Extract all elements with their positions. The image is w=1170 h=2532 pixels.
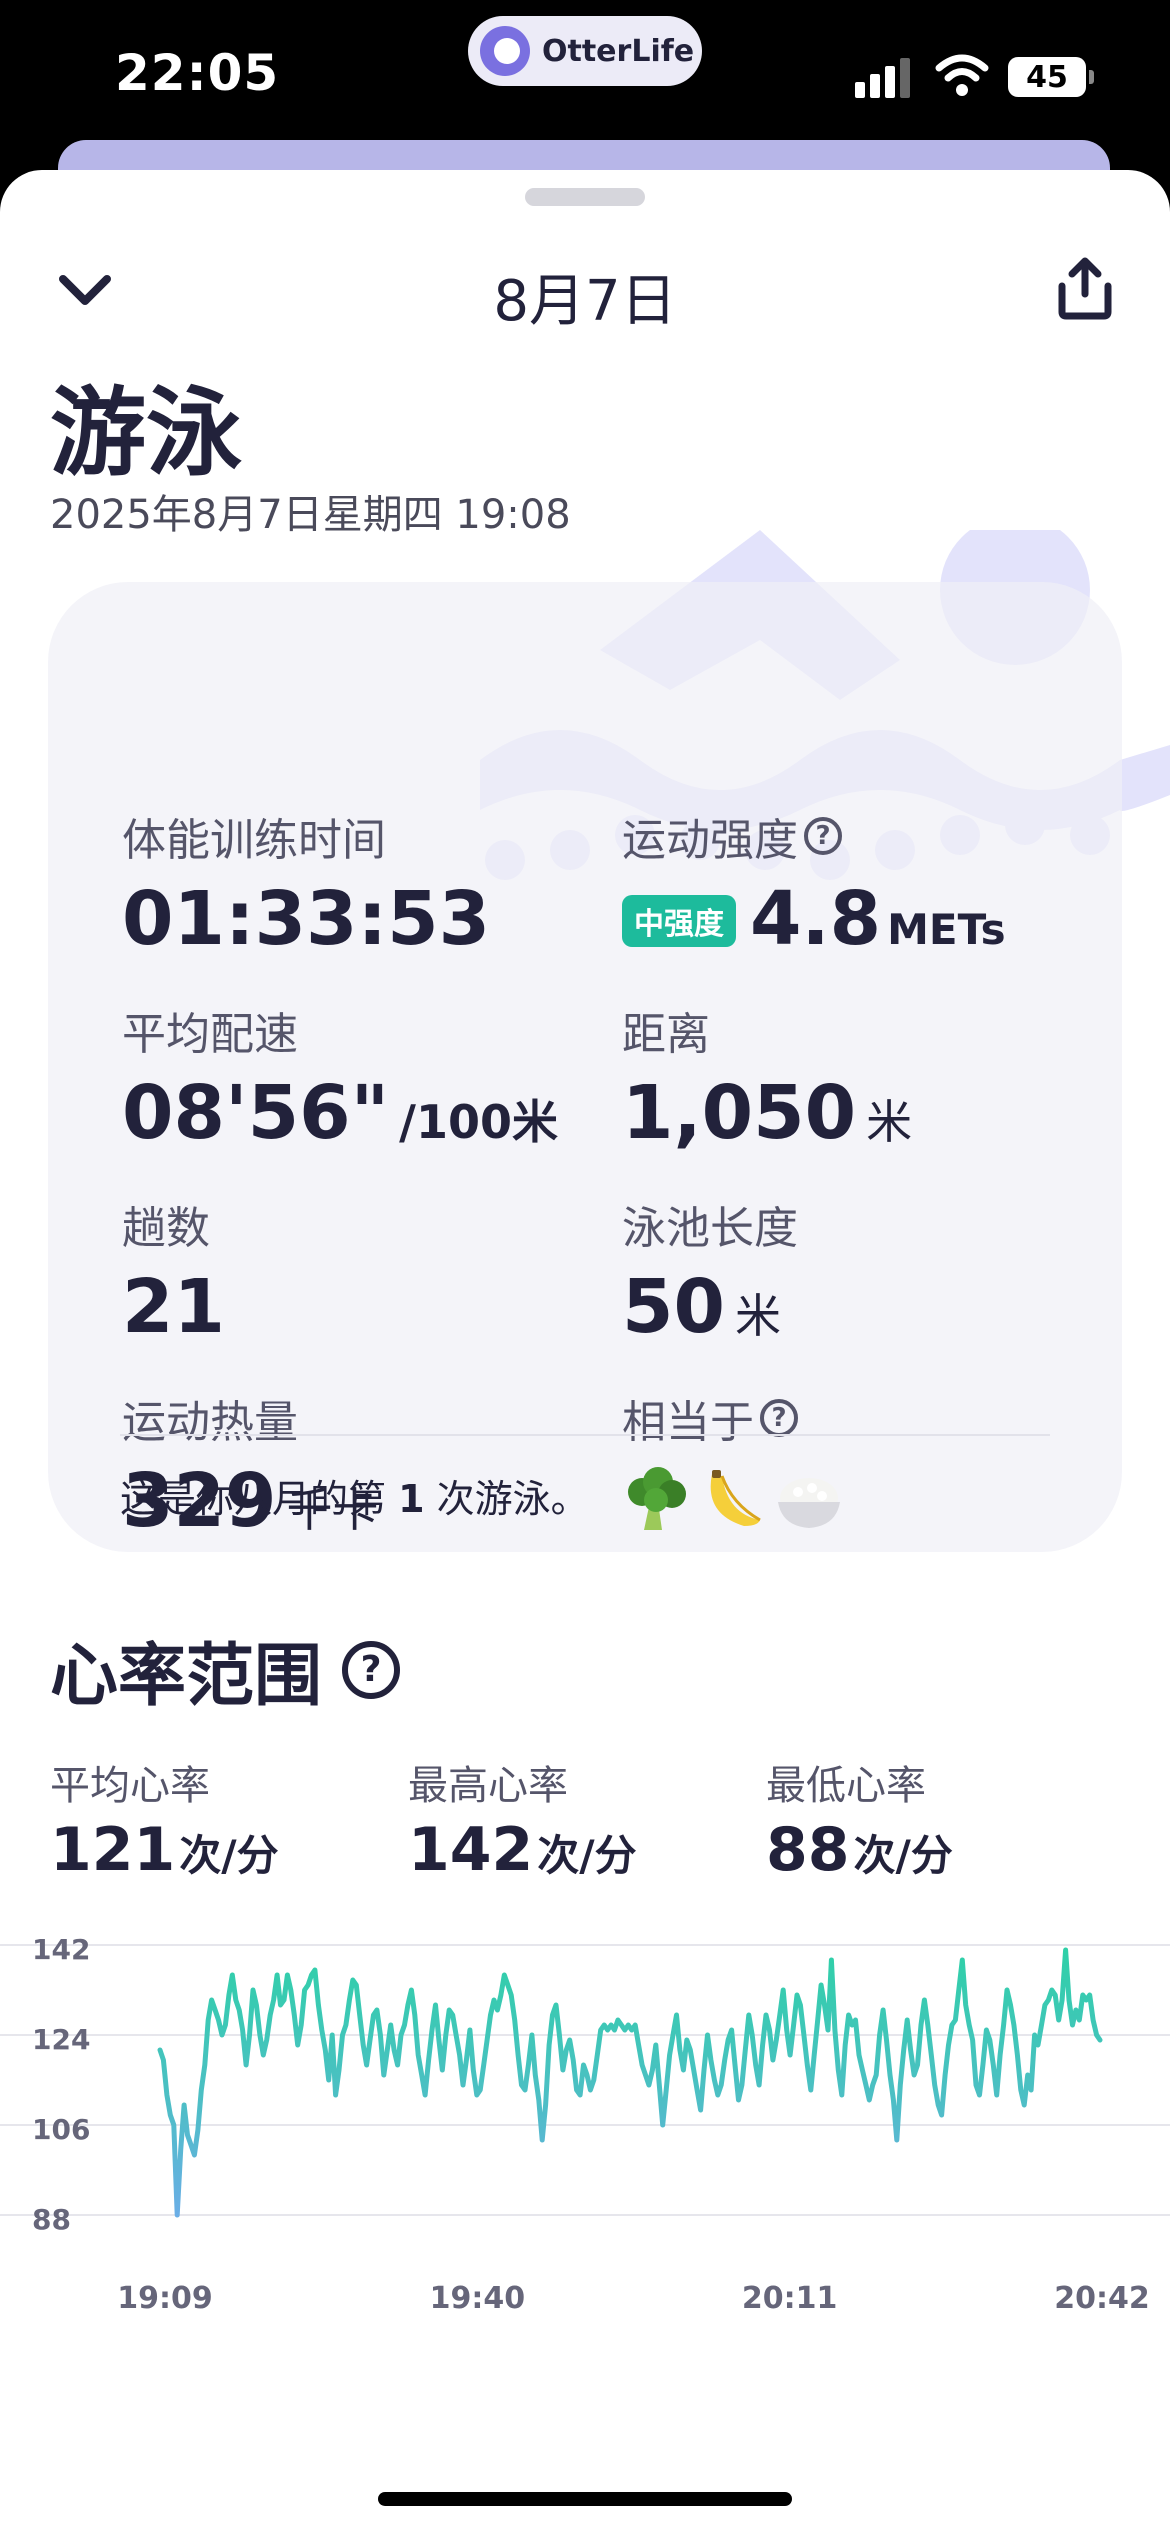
hr-max: 最高心率 142次/分 xyxy=(408,1753,637,1885)
app-name: OtterLife xyxy=(542,33,695,69)
stat-equivalent: 相当于? xyxy=(622,1386,844,1534)
status-time: 22:05 xyxy=(115,44,280,102)
y-axis-ticks: 142 124 106 88 xyxy=(32,1933,90,2236)
stat-value: 21 xyxy=(122,1264,225,1350)
hr-max-unit: 次/分 xyxy=(537,1831,637,1880)
monthly-count-note: 这是你八月的第 1 次游泳。 xyxy=(120,1468,589,1523)
help-icon[interactable]: ? xyxy=(760,1399,798,1437)
hr-min-number: 88 xyxy=(766,1815,850,1885)
hr-max-label: 最高心率 xyxy=(408,1763,568,1809)
hr-min-value: 88次/分 xyxy=(766,1815,953,1885)
stat-label: 距离 xyxy=(622,1009,710,1060)
rice-bowl-icon xyxy=(778,1478,840,1528)
hr-max-number: 142 xyxy=(408,1815,534,1885)
stat-value: 中强度 4.8 METs xyxy=(622,876,1006,962)
help-icon[interactable]: ? xyxy=(342,1640,401,1699)
laps-value: 21 xyxy=(122,1264,225,1350)
nav-title: 8月7日 xyxy=(493,269,677,334)
food-equivalents xyxy=(622,1464,844,1534)
stat-label: 趟数 xyxy=(122,1203,210,1254)
y-tick-label: 106 xyxy=(32,2113,90,2146)
status-bar: 22:05 OtterLife 45 xyxy=(0,0,1170,160)
pace-unit: /100米 xyxy=(399,1095,558,1149)
otterlife-logo-icon xyxy=(480,26,530,76)
intensity-value: 4.8 xyxy=(750,876,882,962)
app-indicator-pill[interactable]: OtterLife xyxy=(468,16,702,86)
pool-value: 50 xyxy=(622,1264,725,1350)
home-indicator[interactable] xyxy=(378,2492,792,2506)
hr-avg: 平均心率 121次/分 xyxy=(50,1753,279,1885)
x-axis-ticks: 19:09 19:40 20:11 20:42 xyxy=(117,2281,1150,2316)
hr-min: 最低心率 88次/分 xyxy=(766,1753,953,1885)
workout-detail-sheet: 8月7日 游泳 2025年8月7日星期四 19:08 体能训练时间 01:33:… xyxy=(0,170,1170,2532)
hr-avg-unit: 次/分 xyxy=(179,1831,279,1880)
broccoli-icon xyxy=(628,1467,686,1530)
battery-indicator: 45 xyxy=(1008,57,1094,97)
y-tick-label: 142 xyxy=(32,1933,90,1966)
hr-avg-number: 121 xyxy=(50,1815,176,1885)
stat-label: 体能训练时间 xyxy=(122,815,386,866)
equivalent-label: 相当于 xyxy=(622,1397,754,1448)
intensity-unit: METs xyxy=(887,905,1006,954)
stat-label: 平均配速 xyxy=(122,1009,298,1060)
note-suffix: 次游泳。 xyxy=(436,1477,589,1521)
x-tick-label: 19:09 xyxy=(117,2281,213,2316)
stat-distance: 距离 1,050 米 xyxy=(622,998,912,1156)
workout-stats-card: 体能训练时间 01:33:53 运动强度? 中强度 4.8 METs 平均配速 08… xyxy=(48,582,1122,1552)
pace-value: 08'56" xyxy=(122,1070,390,1156)
workout-title: 游泳 xyxy=(50,377,242,489)
stat-label[interactable]: 相当于? xyxy=(622,1386,844,1450)
x-tick-label: 19:40 xyxy=(430,2281,526,2316)
stat-duration: 体能训练时间 01:33:53 xyxy=(122,804,490,962)
distance-unit: 米 xyxy=(866,1095,913,1149)
wifi-icon xyxy=(935,54,989,96)
card-divider xyxy=(120,1434,1050,1436)
help-icon[interactable]: ? xyxy=(804,817,842,855)
stat-value: 08'56"/100米 xyxy=(122,1070,558,1156)
heart-rate-title: 心率范围 xyxy=(50,1637,323,1716)
stat-label: 泳池长度 xyxy=(622,1203,798,1254)
stat-label: 运动热量 xyxy=(122,1397,298,1448)
stat-value: 01:33:53 xyxy=(122,876,490,962)
stat-laps: 趟数 21 xyxy=(122,1192,225,1350)
hr-max-value: 142次/分 xyxy=(408,1815,637,1885)
note-count: 1 xyxy=(398,1477,425,1521)
hr-min-label: 最低心率 xyxy=(766,1763,926,1809)
x-tick-label: 20:42 xyxy=(1054,2281,1150,2316)
intensity-label: 运动强度 xyxy=(622,815,798,866)
y-tick-label: 124 xyxy=(32,2023,90,2056)
pool-unit: 米 xyxy=(734,1289,781,1343)
hr-min-unit: 次/分 xyxy=(853,1831,953,1880)
distance-value: 1,050 xyxy=(622,1070,857,1156)
stat-label[interactable]: 运动强度? xyxy=(622,804,1006,868)
stat-value: 1,050 米 xyxy=(622,1070,912,1156)
intensity-badge: 中强度 xyxy=(622,895,736,947)
heart-rate-chart[interactable]: 142 124 106 88 19:09 19:40 20:11 20:42 xyxy=(0,1930,1170,2450)
sheet-grabber[interactable] xyxy=(525,188,645,206)
cellular-signal-icon xyxy=(855,58,913,98)
heart-rate-series-line xyxy=(157,1947,1103,2218)
heart-rate-section-title: 心率范围 ? xyxy=(50,1620,401,1719)
y-tick-label: 88 xyxy=(32,2203,71,2236)
stat-intensity: 运动强度? 中强度 4.8 METs xyxy=(622,804,1006,962)
note-prefix: 这是你八月的第 xyxy=(120,1477,387,1521)
stat-pace: 平均配速 08'56"/100米 xyxy=(122,998,558,1156)
duration-value: 01:33:53 xyxy=(122,876,491,962)
stat-value: 50 米 xyxy=(622,1264,798,1350)
hr-avg-value: 121次/分 xyxy=(50,1815,279,1885)
hr-avg-label: 平均心率 xyxy=(50,1763,210,1809)
x-tick-label: 20:11 xyxy=(742,2281,838,2316)
banana-icon xyxy=(710,1470,761,1526)
share-icon[interactable] xyxy=(1052,256,1118,322)
stat-pool-length: 泳池长度 50 米 xyxy=(622,1192,798,1350)
